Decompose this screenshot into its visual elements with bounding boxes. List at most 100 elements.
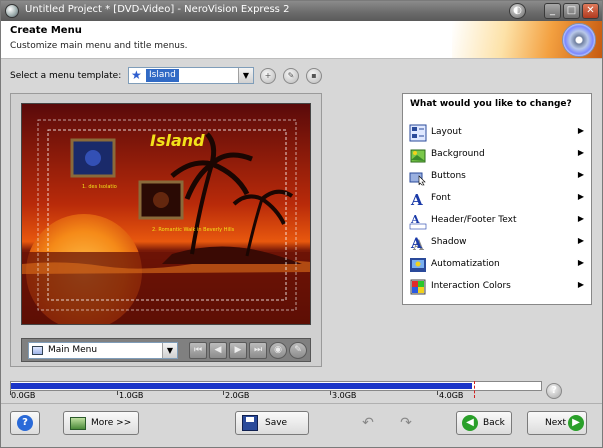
chevron-right-icon: ▶	[577, 126, 584, 135]
preview-menu-title: Island	[150, 131, 205, 150]
main-window: Untitled Project * [DVD-Video] - NeroVis…	[0, 0, 603, 448]
svg-text:A: A	[410, 191, 423, 208]
capacity-help-icon[interactable]: ?	[546, 383, 562, 399]
font-icon: A	[409, 190, 427, 209]
help-icon: ?	[17, 415, 33, 431]
interaction-colors-icon	[409, 278, 427, 296]
edit-text-button[interactable]: ✎	[289, 342, 307, 359]
option-label: Layout	[431, 127, 462, 137]
preview-item-2-caption: 2. Romantic Walk in Beverly Hills	[152, 227, 235, 233]
buttons-icon	[409, 168, 427, 186]
background-icon	[409, 146, 427, 164]
more-icon	[70, 417, 86, 430]
automatization-icon	[409, 256, 427, 274]
menu-toolbar: Main Menu ▼ ⏮ ◀ ▶ ⏭ ◉ ✎	[21, 338, 311, 362]
help-button[interactable]: ?	[10, 411, 40, 435]
svg-text:A: A	[410, 236, 423, 252]
menu-icon	[32, 346, 43, 355]
next-menu-button[interactable]: ▶	[229, 342, 247, 359]
template-dropdown[interactable]: ★ Island ▼	[128, 67, 254, 84]
arrow-right-icon: ▶	[568, 415, 584, 431]
option-label: Interaction Colors	[431, 281, 511, 291]
capacity-tick	[437, 391, 438, 395]
capacity-used-fill	[11, 383, 472, 389]
option-interaction-colors[interactable]: Interaction Colors ▶	[407, 277, 588, 297]
option-header-footer-text[interactable]: A Header/Footer Text ▶	[407, 211, 588, 231]
option-label: Background	[431, 149, 485, 159]
menu-dropdown[interactable]: Main Menu ▼	[28, 342, 178, 359]
chevron-right-icon: ▶	[577, 192, 584, 201]
close-button[interactable]: ✕	[582, 3, 599, 19]
template-edit-button[interactable]: ✎	[283, 68, 299, 84]
preview-item-1-caption: 1. des Isolatio	[82, 184, 117, 190]
undo-icon[interactable]: ↶	[357, 413, 379, 433]
option-label: Shadow	[431, 237, 467, 247]
save-button[interactable]: Save	[235, 411, 309, 435]
preview-play-button[interactable]: ◉	[269, 342, 287, 359]
floppy-disk-icon	[242, 415, 258, 431]
option-label: Buttons	[431, 171, 466, 181]
preview-panel: Island 1. des Isolatio 2. Romantic Walk …	[10, 93, 322, 367]
page-subtitle: Customize main menu and title menus.	[10, 41, 188, 51]
capacity-tick-label: 2.0GB	[225, 391, 250, 400]
option-layout[interactable]: Layout ▶	[407, 123, 588, 143]
page-header: Create Menu Customize main menu and titl…	[1, 21, 602, 59]
chevron-down-icon[interactable]: ▼	[238, 68, 253, 83]
last-menu-button[interactable]: ⏭	[249, 342, 267, 359]
template-delete-button[interactable]: ▪	[306, 68, 322, 84]
maximize-button[interactable]: □	[563, 3, 580, 19]
disc-logo-icon	[562, 23, 596, 57]
header-footer-text-icon: A	[409, 212, 427, 230]
save-button-label: Save	[265, 418, 288, 428]
shadow-icon: AA	[409, 234, 427, 254]
chevron-right-icon: ▶	[577, 236, 584, 245]
first-menu-button[interactable]: ⏮	[189, 342, 207, 359]
option-font[interactable]: A Font ▶	[407, 189, 588, 209]
capacity-tick-label: 3.0GB	[332, 391, 357, 400]
option-background[interactable]: Background ▶	[407, 145, 588, 165]
back-button[interactable]: ◀ Back	[456, 411, 512, 435]
menu-selected-value: Main Menu	[48, 345, 98, 355]
chevron-right-icon: ▶	[577, 258, 584, 267]
back-button-label: Back	[483, 418, 505, 428]
tools-icon[interactable]: ◐	[509, 3, 526, 19]
app-icon	[5, 4, 19, 18]
template-label: Select a menu template:	[10, 71, 122, 81]
chevron-right-icon: ▶	[577, 214, 584, 223]
layout-icon	[409, 124, 427, 142]
next-button[interactable]: Next ▶	[527, 411, 587, 435]
change-panel-title: What would you like to change?	[410, 99, 572, 109]
chevron-down-icon[interactable]: ▼	[162, 343, 177, 358]
chevron-right-icon: ▶	[577, 280, 584, 289]
disc-capacity-bar: 0.0GB 1.0GB 2.0GB 3.0GB 4.0GB	[10, 381, 542, 401]
chevron-right-icon: ▶	[577, 148, 584, 157]
capacity-tick	[223, 391, 224, 395]
chevron-right-icon: ▶	[577, 170, 584, 179]
capacity-tick-label: 1.0GB	[119, 391, 144, 400]
option-buttons[interactable]: Buttons ▶	[407, 167, 588, 187]
option-shadow[interactable]: AA Shadow ▶	[407, 233, 588, 254]
option-label: Automatization	[431, 259, 500, 269]
capacity-tick-label: 4.0GB	[439, 391, 464, 400]
redo-icon[interactable]: ↷	[395, 413, 417, 433]
change-options-panel: What would you like to change? Layout ▶ …	[402, 93, 592, 305]
bottom-bar: ? More >> Save ↶ ↷ ◀ Back Next ▶	[1, 403, 602, 447]
template-add-button[interactable]: +	[260, 68, 276, 84]
option-label: Font	[431, 193, 451, 203]
page-title: Create Menu	[10, 25, 82, 36]
capacity-tick-label: 0.0GB	[11, 391, 36, 400]
minimize-button[interactable]: _	[544, 3, 561, 19]
menu-preview[interactable]: Island 1. des Isolatio 2. Romantic Walk …	[21, 103, 311, 325]
title-bar[interactable]: Untitled Project * [DVD-Video] - NeroVis…	[1, 1, 602, 21]
arrow-left-icon: ◀	[462, 415, 478, 431]
next-button-label: Next	[545, 418, 566, 428]
star-icon: ★	[131, 68, 142, 82]
option-automatization[interactable]: Automatization ▶	[407, 255, 588, 275]
more-button-label: More >>	[91, 418, 132, 428]
more-button[interactable]: More >>	[63, 411, 139, 435]
prev-menu-button[interactable]: ◀	[209, 342, 227, 359]
capacity-tick	[117, 391, 118, 395]
template-selected-value: Island	[146, 69, 179, 82]
capacity-tick	[330, 391, 331, 395]
option-label: Header/Footer Text	[431, 215, 517, 225]
